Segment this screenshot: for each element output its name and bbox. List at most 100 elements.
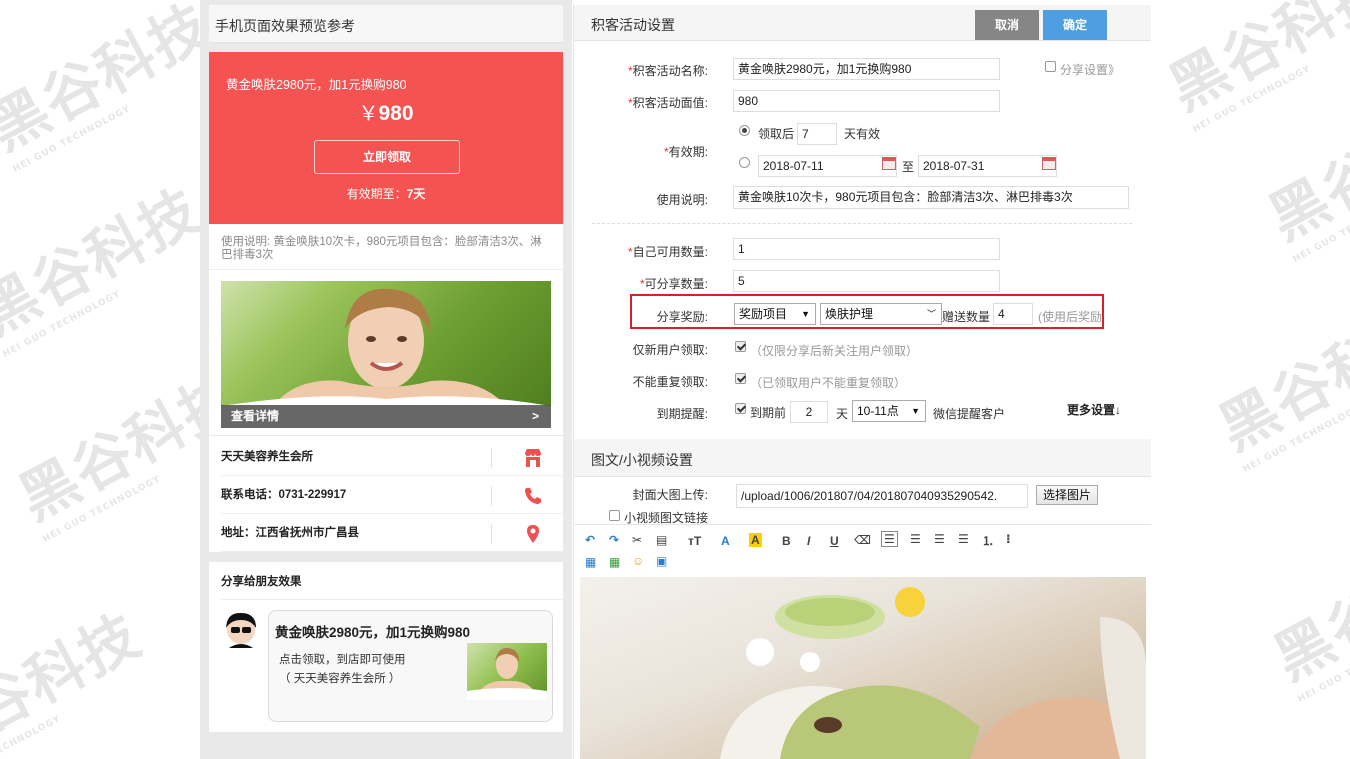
claim-button[interactable]: 立即领取	[314, 140, 460, 174]
validity-date-radio[interactable]	[739, 157, 750, 168]
view-details-bar[interactable]: 查看详情 >	[221, 405, 551, 428]
justify-icon[interactable]: ☰	[958, 532, 969, 546]
eraser-icon[interactable]: ⌫	[854, 533, 871, 547]
activity-name-input[interactable]: 黄金唤肤2980元，加1元换购980	[733, 58, 1000, 80]
reminder-days-input[interactable]: 2	[790, 401, 828, 423]
new-user-label: 仅新用户领取:	[632, 343, 708, 357]
emoji-icon[interactable]: ☺	[632, 554, 644, 568]
validity-label: *有效期:	[663, 145, 708, 159]
store-name-row: 天天美容养生会所	[221, 438, 563, 476]
address-row[interactable]: 地址：江西省抚州市广昌县	[221, 514, 563, 552]
gift-qty-label: 赠送数量	[942, 310, 991, 324]
watermark: 黑谷科技HEI GUO TECHNOLOGY	[0, 175, 212, 360]
coupon-validity: 有效期至：7天	[346, 187, 426, 201]
underline-icon[interactable]: U	[830, 534, 839, 548]
end-date-input[interactable]: 2018-07-31	[918, 155, 1057, 177]
cancel-button[interactable]: 取消	[975, 10, 1039, 40]
page: 黑谷科技 HEI GUO TECHNOLOGY 黑谷科技 HEI GUO TECHN…	[0, 0, 1350, 759]
share-card-text: 点击领取，到店即可使用（ 天天美容养生会所 ）	[279, 654, 406, 685]
reminder-time-select[interactable]: 10-11点 ▼	[852, 400, 926, 422]
more-settings-link[interactable]: 更多设置↓	[1067, 401, 1121, 418]
settings-title: 积客活动设置	[591, 17, 675, 33]
unordered-list-icon[interactable]: ⁝	[1006, 532, 1011, 546]
reminder-day-unit: 天	[836, 407, 849, 421]
coupon-name: 黄金唤肤2980元，加1元换购980	[226, 78, 407, 92]
share-settings-link[interactable]: 分享设置》	[1060, 61, 1120, 78]
settings-header: 积客活动设置 取消 确定	[574, 5, 1151, 41]
calendar-icon[interactable]	[1042, 157, 1056, 170]
activity-name-label: *积客活动名称:	[627, 64, 708, 78]
picture-icon[interactable]: ▣	[656, 554, 667, 568]
align-left-icon[interactable]: ☰	[881, 531, 898, 547]
insert-image-icon[interactable]: ▦	[585, 555, 596, 569]
no-repeat-checkbox[interactable]	[735, 373, 746, 384]
validity-days-input[interactable]: 7	[797, 123, 837, 145]
reminder-label: 到期提醒:	[656, 407, 708, 421]
location-pin-icon	[527, 525, 539, 543]
start-date-input[interactable]: 2018-07-11	[758, 155, 897, 177]
preview-title: 手机页面效果预览参考	[209, 5, 563, 43]
confirm-button[interactable]: 确定	[1043, 10, 1107, 40]
validity-days-radio[interactable]	[739, 125, 750, 136]
self-qty-input[interactable]: 1	[733, 238, 1000, 260]
gift-hint: (使用后奖励	[1038, 310, 1102, 324]
ordered-list-icon[interactable]: ⒈	[982, 532, 994, 549]
align-right-icon[interactable]: ☰	[934, 532, 945, 546]
cut-icon[interactable]: ✂	[632, 533, 642, 547]
reward-item-select[interactable]: 焕肤护理 ﹀	[820, 303, 942, 325]
usage-description: 使用说明: 黄金唤肤10次卡，980元项目包含：脸部清洁3次、淋巴排毒3次	[209, 224, 563, 270]
phone-row[interactable]: 联系电话：0731-229917	[221, 476, 563, 514]
chevron-down-icon: ﹀	[926, 309, 936, 319]
settings-panel: 积客活动设置 取消 确定 *积客活动名称: 黄金唤肤2980元，加1元换购980…	[573, 5, 1151, 759]
gift-qty-input[interactable]: 4	[993, 303, 1033, 325]
chevron-right-icon: >	[531, 409, 539, 423]
reminder-before-text: 到期前	[750, 406, 787, 420]
video-link-checkbox[interactable]	[609, 510, 620, 521]
share-preview: 分享给朋友效果 黄金唤肤2980元，加1元换购980 点击领取，到店即可使用（ …	[209, 562, 563, 732]
watermark: 黑谷科技HEI GUO TECHNOLOGY	[1158, 0, 1350, 135]
no-repeat-label: 不能重复领取:	[632, 375, 708, 389]
share-settings-checkbox[interactable]	[1045, 61, 1056, 72]
align-center-icon[interactable]: ☰	[910, 532, 921, 546]
highlight-icon[interactable]: A	[749, 533, 762, 547]
avatar	[226, 612, 256, 648]
insert-media-icon[interactable]: ▦	[609, 555, 620, 569]
watermark: 黑谷科技HEI GUO TECHNOLOGY	[1208, 290, 1350, 475]
no-repeat-hint: （已领取用户不能重复领取）	[750, 376, 907, 390]
reward-label: 分享奖励:	[656, 310, 708, 324]
calendar-icon[interactable]	[882, 157, 896, 170]
validity-after-text: 领取后	[758, 127, 795, 141]
italic-icon[interactable]: I	[807, 534, 810, 548]
validity-days-unit: 天有效	[844, 127, 881, 141]
new-user-hint: （仅限分享后新关注用户领取）	[750, 344, 919, 358]
editor-content-image	[580, 577, 1146, 759]
reward-type-select[interactable]: 奖励项目 ▼	[734, 303, 816, 325]
usage-input[interactable]: 黄金唤肤10次卡，980元项目包含：脸部清洁3次、淋巴排毒3次	[733, 186, 1129, 209]
usage-label: 使用说明:	[656, 193, 708, 207]
cover-upload-label: 封面大图上传:	[632, 488, 708, 502]
share-card-thumbnail	[467, 643, 547, 700]
paste-icon[interactable]: ▤	[656, 533, 667, 547]
watermark: 黑谷科技HEI GUO TECHNOLOGY	[1263, 520, 1350, 705]
coupon-card: 黄金唤肤2980元，加1元换购980 ￥980 立即领取 有效期至：7天	[209, 52, 563, 224]
font-color-icon[interactable]: A	[721, 534, 730, 548]
share-card-title: 黄金唤肤2980元，加1元换购980	[275, 625, 471, 640]
font-size-icon[interactable]: тT	[688, 534, 701, 548]
choose-image-button[interactable]: 选择图片	[1036, 485, 1099, 505]
reminder-checkbox[interactable]	[735, 403, 746, 414]
coupon-price: ￥980	[358, 102, 414, 125]
product-photo[interactable]: 查看详情 >	[221, 281, 551, 428]
caret-down-icon: ▼	[801, 309, 810, 319]
cover-path-input[interactable]: /upload/1006/201807/04/20180704093529054…	[736, 484, 1028, 508]
store-icon	[525, 449, 541, 467]
bold-icon[interactable]: B	[782, 534, 791, 548]
undo-icon[interactable]: ↶	[585, 533, 595, 547]
face-value-input[interactable]: 980	[733, 90, 1000, 112]
new-user-checkbox[interactable]	[735, 341, 746, 352]
caret-down-icon: ▼	[911, 406, 920, 416]
redo-icon[interactable]: ↷	[609, 533, 619, 547]
face-value-label: *积客活动面值:	[627, 96, 708, 110]
date-to-text: 至	[902, 160, 915, 174]
share-qty-input[interactable]: 5	[733, 270, 1000, 292]
divider	[592, 223, 1132, 224]
